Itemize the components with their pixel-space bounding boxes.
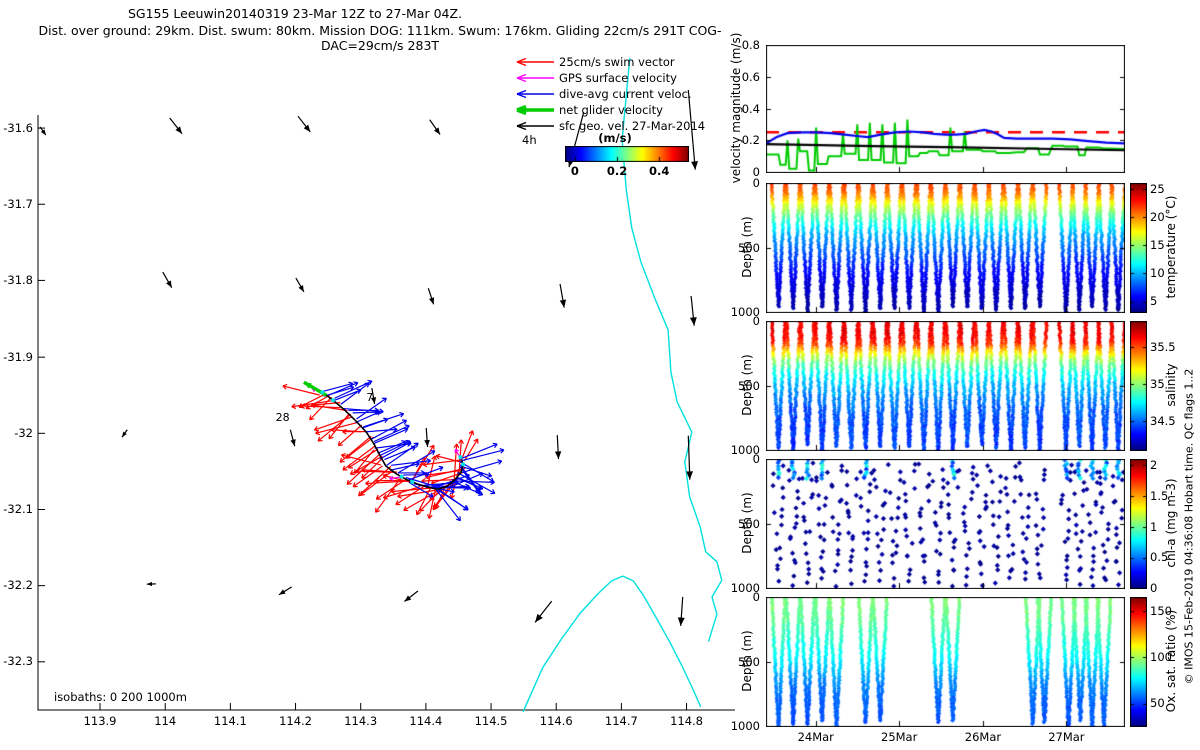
temperature-panel (766, 183, 1125, 313)
map-xtick-label: 114.2 (279, 714, 312, 728)
colorbar-tick-label: 0.5 (1150, 550, 1169, 565)
map-xtick-label: 114.8 (670, 714, 704, 728)
map-ytick-label: -31.7 (3, 196, 33, 211)
depth-ytick-label: 500 (738, 240, 760, 255)
colorbar-tick-label: 1.5 (1150, 488, 1169, 503)
map-ytick-label: -31.6 (3, 120, 33, 135)
temperature-colorbar (1130, 183, 1147, 313)
map-ytick-label: -32.1 (3, 501, 33, 516)
colorbar-tick-label: 10 (1150, 265, 1165, 280)
salinity-panel (766, 321, 1125, 451)
oxygen-panel (766, 597, 1125, 727)
legend-entry: GPS surface velocity (512, 70, 705, 86)
map-xtick-label: 114.6 (539, 714, 573, 728)
colorbar-tick-label: 0 (1150, 581, 1158, 595)
depth-ytick-label: 500 (738, 654, 760, 669)
date-tick-label: 27Mar (1048, 730, 1085, 744)
depth-ytick-label: 0 (752, 590, 760, 604)
depth-ytick-label: 500 (738, 516, 760, 531)
chla-colorbar (1130, 459, 1147, 589)
map-ytick-label: -32.2 (3, 578, 33, 593)
legend-entry: 25cm/s swim vector (512, 54, 705, 70)
oxygen-colorbar (1130, 597, 1147, 727)
velocity-ytick-label: 0.2 (741, 133, 760, 148)
depth-ytick-label: 500 (738, 378, 760, 393)
velocity-panel (766, 45, 1125, 173)
isobaths-label: isobaths: 0 200 1000m (54, 690, 187, 704)
colorbar-tick-label: 25 (1150, 181, 1165, 196)
map-ytick-label: -31.8 (3, 272, 33, 287)
map-xtick-label: 114 (154, 714, 177, 728)
salinity-colorbar (1130, 321, 1147, 451)
colorbar-tick-label: 20 (1150, 209, 1165, 224)
time-scale-label: 4h (522, 133, 537, 147)
map-ytick-label: -32.3 (3, 654, 33, 669)
map-xtick-label: 114.5 (474, 714, 508, 728)
colorbar-tick-label: 1 (1150, 519, 1158, 534)
colorbar-tick-label: 100 (1150, 649, 1172, 664)
map-xtick-label: 114.4 (409, 714, 443, 728)
coastline-isobath (522, 575, 702, 713)
map-ytick-label: -31.9 (3, 349, 33, 364)
legend-entry: dive-avg current veloc. (512, 86, 705, 102)
seaglider-mission-figure: SG155 Leeuwin20140319 23-Mar 12Z to 27-M… (0, 0, 1200, 750)
colorbar-tick-label: 35 (1150, 376, 1165, 391)
map-colorbar-tick: 0.4 (649, 164, 670, 178)
map-xtick-label: 114.7 (604, 714, 638, 728)
date-tick-label: 25Mar (881, 730, 918, 744)
legend-entry: net glider velocity (512, 102, 705, 118)
colorbar-tick-label: 50 (1150, 695, 1165, 710)
depth-ytick-label: 0 (752, 314, 760, 328)
colorbar-tick-label: 15 (1150, 237, 1165, 252)
legend-arrow-icon (516, 57, 554, 67)
map-xtick-label: 114.3 (344, 714, 378, 728)
legend-arrow-icon (516, 121, 554, 131)
colorbar-tick-label: 35.5 (1150, 339, 1176, 354)
dive-number-annotation: 7 (366, 391, 373, 404)
map-colorbar-tick: 0.2 (606, 164, 628, 178)
legend-label: GPS surface velocity (559, 71, 677, 85)
legend-label: net glider velocity (559, 103, 663, 117)
date-tick-label: 26Mar (964, 730, 1002, 744)
legend-arrow-icon (516, 89, 554, 99)
depth-ytick-label: 0 (752, 452, 760, 466)
dive-number-annotation: 28 (276, 411, 290, 424)
legend-label: 25cm/s swim vector (559, 55, 675, 69)
colorbar-tick-label: 34.5 (1150, 413, 1176, 428)
velocity-ytick-label: 0.8 (741, 38, 760, 52)
depth-ytick-label: 0 (752, 176, 760, 190)
map-xtick-label: 114.1 (213, 714, 247, 728)
map-colorbar-tick: 0 (570, 164, 579, 178)
legend-arrow-icon (516, 73, 554, 83)
map-colorbar-title: (m/s) (598, 131, 632, 145)
velocity-ytick-label: 0.4 (741, 101, 760, 116)
date-tick-label: 24Mar (797, 730, 834, 744)
colorbar-tick-label: 2 (1150, 458, 1158, 473)
colorbar-tick-label: 5 (1150, 293, 1158, 308)
map-legend: 25cm/s swim vector GPS surface velocity … (512, 54, 705, 134)
velocity-ytick-label: 0.6 (741, 69, 760, 84)
legend-label: dive-avg current veloc. (559, 87, 692, 101)
depth-ytick-label: 1000 (730, 719, 760, 733)
chla-panel (766, 459, 1125, 589)
legend-arrow-icon (516, 104, 554, 116)
map-ytick-label: -32 (14, 425, 33, 440)
map-colorbar (565, 146, 689, 162)
map-xtick-label: 113.9 (83, 714, 117, 728)
colorbar-tick-label: 150 (1150, 603, 1172, 618)
